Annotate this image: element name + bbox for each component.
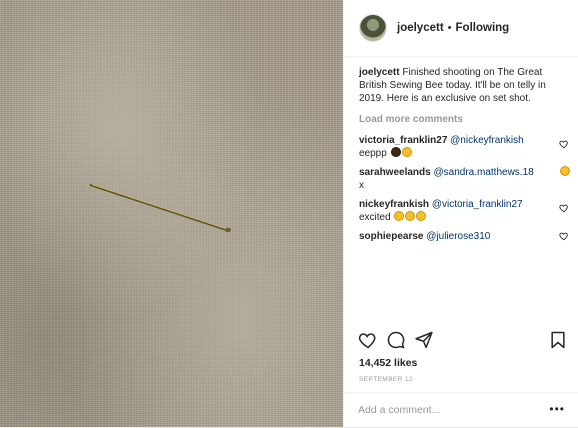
comments-list: joelycett Finished shooting on The Great… [359,66,570,249]
post-detail-panel: joelycett • Following joelycett Finished… [343,0,578,427]
laughing-emoji [405,211,416,221]
comment-mention[interactable]: @nickeyfrankish [450,135,524,146]
comment-mention[interactable]: @victoria_franklin27 [432,199,523,210]
likes-count[interactable]: 14,452 likes [359,357,417,369]
list-item: victoria_franklin27 @nickeyfrankish eepp… [359,134,569,160]
post-date[interactable]: SEPTEMBER 12 [359,376,413,383]
comment-username[interactable]: sophiepearse [359,231,423,242]
following-button[interactable]: Following [456,22,510,34]
post-actions [354,330,569,354]
comment-username[interactable]: nickeyfrankish [359,199,429,210]
bookmark-icon[interactable] [548,330,568,350]
dark-emoji [390,147,401,157]
add-comment-input[interactable] [358,401,538,419]
comment-text: x [359,180,364,191]
list-item: sarahweelands @sandra.matthews.18 x [359,166,570,192]
post-caption: joelycett Finished shooting on The Great… [359,66,569,105]
laughing-emoji [416,211,427,221]
comment-username[interactable]: sarahweelands [359,167,431,178]
list-item: sophiepearse @julierose310 [359,230,569,243]
header-username[interactable]: joelycett [397,22,444,34]
list-item: nickeyfrankish @victoria_franklin27 exci… [359,198,569,224]
share-icon[interactable] [414,330,434,350]
header-separator: • [447,22,452,34]
comment-username[interactable]: victoria_franklin27 [359,135,447,146]
comment-like-icon[interactable] [559,231,569,241]
comment-text: eeppp [359,148,387,159]
comment-mention[interactable]: @sandra.matthews.18 [434,167,534,178]
laughing-emoji [394,211,405,221]
laughing-emoji [560,166,570,176]
heart-icon[interactable] [358,330,378,350]
load-more-comments-button[interactable]: Load more comments [359,113,569,126]
comment-icon[interactable] [386,330,406,350]
post-photo[interactable] [0,0,343,427]
needle-illustration [89,183,231,233]
comment-like-icon[interactable] [559,139,569,149]
comment-like-icon[interactable] [559,203,569,213]
post-header: joelycett • Following [344,0,578,57]
avatar[interactable] [359,14,387,42]
laughing-emoji [401,147,412,157]
comment-text: excited [359,212,391,223]
comment-mention[interactable]: @julierose310 [426,231,490,242]
add-comment-bar: ••• [344,392,578,428]
more-options-icon[interactable]: ••• [549,403,565,415]
caption-username[interactable]: joelycett [359,67,400,78]
